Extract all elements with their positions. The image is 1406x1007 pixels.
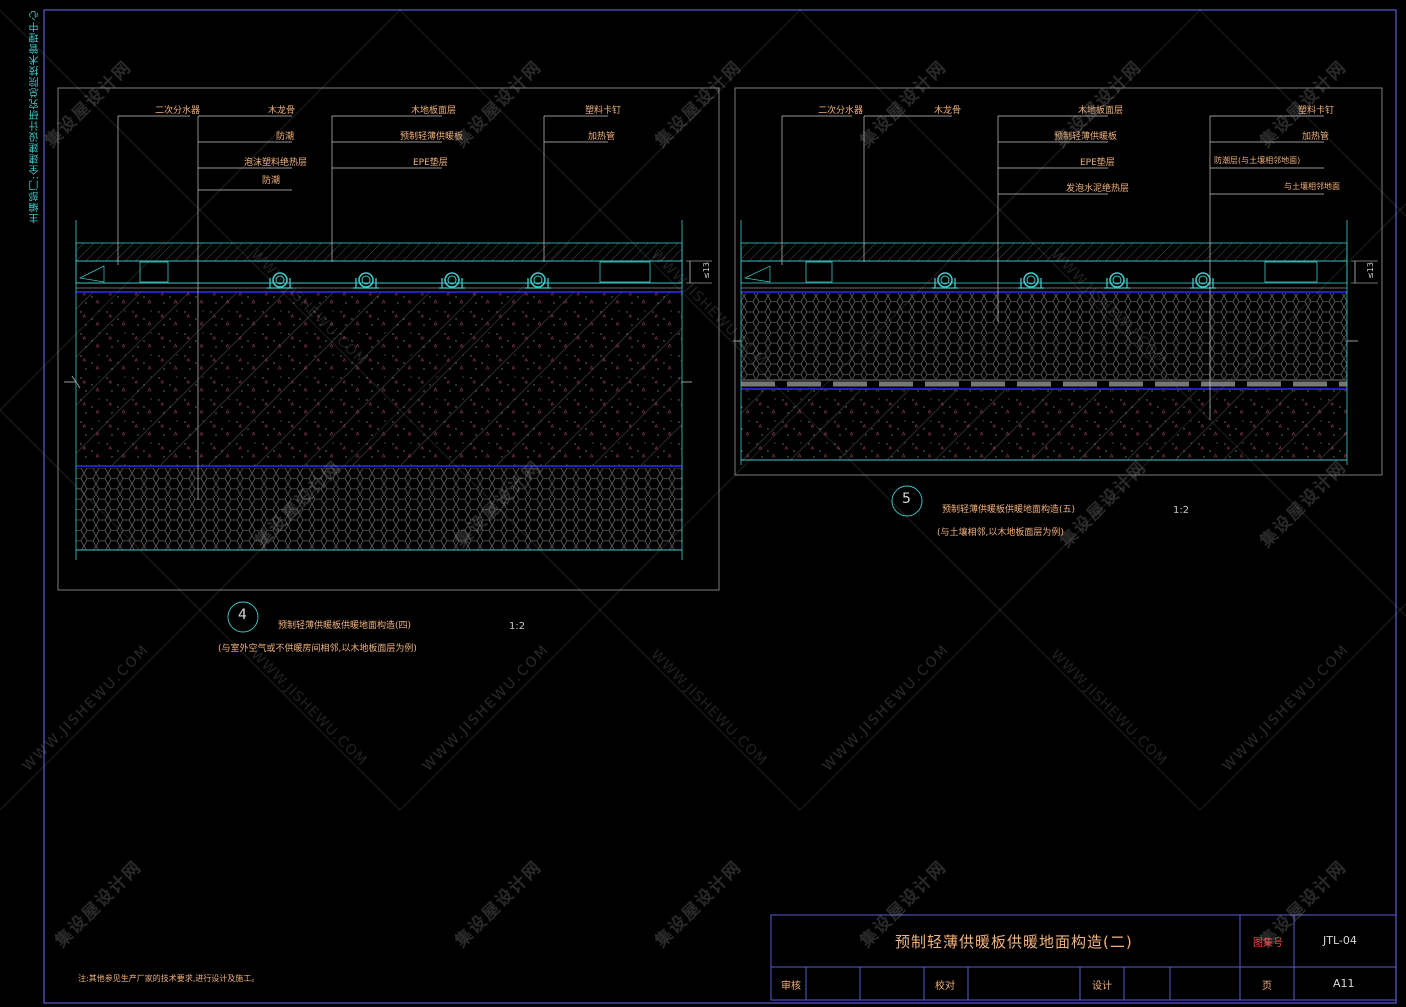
cad-drawing — [0, 9, 1406, 1004]
review-label: 审核 — [781, 981, 801, 992]
d4-label-distributor: 二次分水器 — [155, 106, 201, 116]
page-label: 页 — [1262, 981, 1272, 992]
d4-detail-number: 4 — [238, 607, 247, 623]
d5-label-moisture: 防潮层(与土壤相邻地面) — [1214, 156, 1301, 165]
side-department-note: 主编部门:全建建设计研究总院技术管理中心 — [30, 10, 41, 224]
d5-dimension: ≤13 — [1365, 262, 1375, 279]
drawing-note: 注:其他参见生产厂家的技术要求,进行设计及施工。 — [78, 974, 260, 983]
d4-label-wood-floor: 木地板面层 — [411, 106, 457, 116]
d4-label-joist: 木龙骨 — [268, 106, 296, 116]
d5-scale: 1:2 — [1173, 505, 1190, 516]
page-value: A11 — [1333, 977, 1355, 990]
d4-title: 预制轻薄供暖板供暖地面构造(四) — [278, 621, 412, 631]
d4-label-clip: 塑料卡钉 — [585, 106, 622, 116]
d5-title: 预制轻薄供暖板供暖地面构造(五) — [942, 505, 1076, 515]
d4-label-insulation: 泡沫塑料绝热层 — [244, 158, 308, 168]
design-label: 设计 — [1092, 981, 1112, 992]
d5-label-foam-cement: 发泡水泥绝热层 — [1066, 184, 1130, 194]
d4-scale: 1:2 — [509, 621, 526, 632]
d5-label-joist: 木龙骨 — [934, 106, 962, 116]
d4-dimension: ≤13 — [701, 262, 711, 279]
d5-label-distributor: 二次分水器 — [818, 106, 864, 116]
d5-label-pipe: 加热管 — [1302, 132, 1330, 142]
d5-subtitle: (与土壤相邻,以木地板面层为例) — [937, 528, 1064, 538]
d5-label-epe: EPE垫层 — [1080, 158, 1115, 168]
d5-detail-number: 5 — [902, 491, 911, 507]
detail4-section — [64, 220, 712, 560]
d4-label-epe: EPE垫层 — [413, 158, 448, 168]
check-label: 校对 — [935, 981, 955, 992]
d4-label-moisture2: 防潮 — [262, 176, 281, 186]
atlas-number-value: JTL-04 — [1323, 934, 1357, 947]
d4-subtitle: (与室外空气或不供暖房间相邻,以木地板面层为例) — [218, 644, 417, 654]
d4-label-moisture: 防潮 — [276, 132, 295, 142]
d5-label-soil-floor: 与土壤相邻地面 — [1284, 182, 1340, 191]
d4-label-pipe: 加热管 — [588, 132, 616, 142]
sheet-title: 预制轻薄供暖板供暖地面构造(二) — [895, 933, 1133, 951]
